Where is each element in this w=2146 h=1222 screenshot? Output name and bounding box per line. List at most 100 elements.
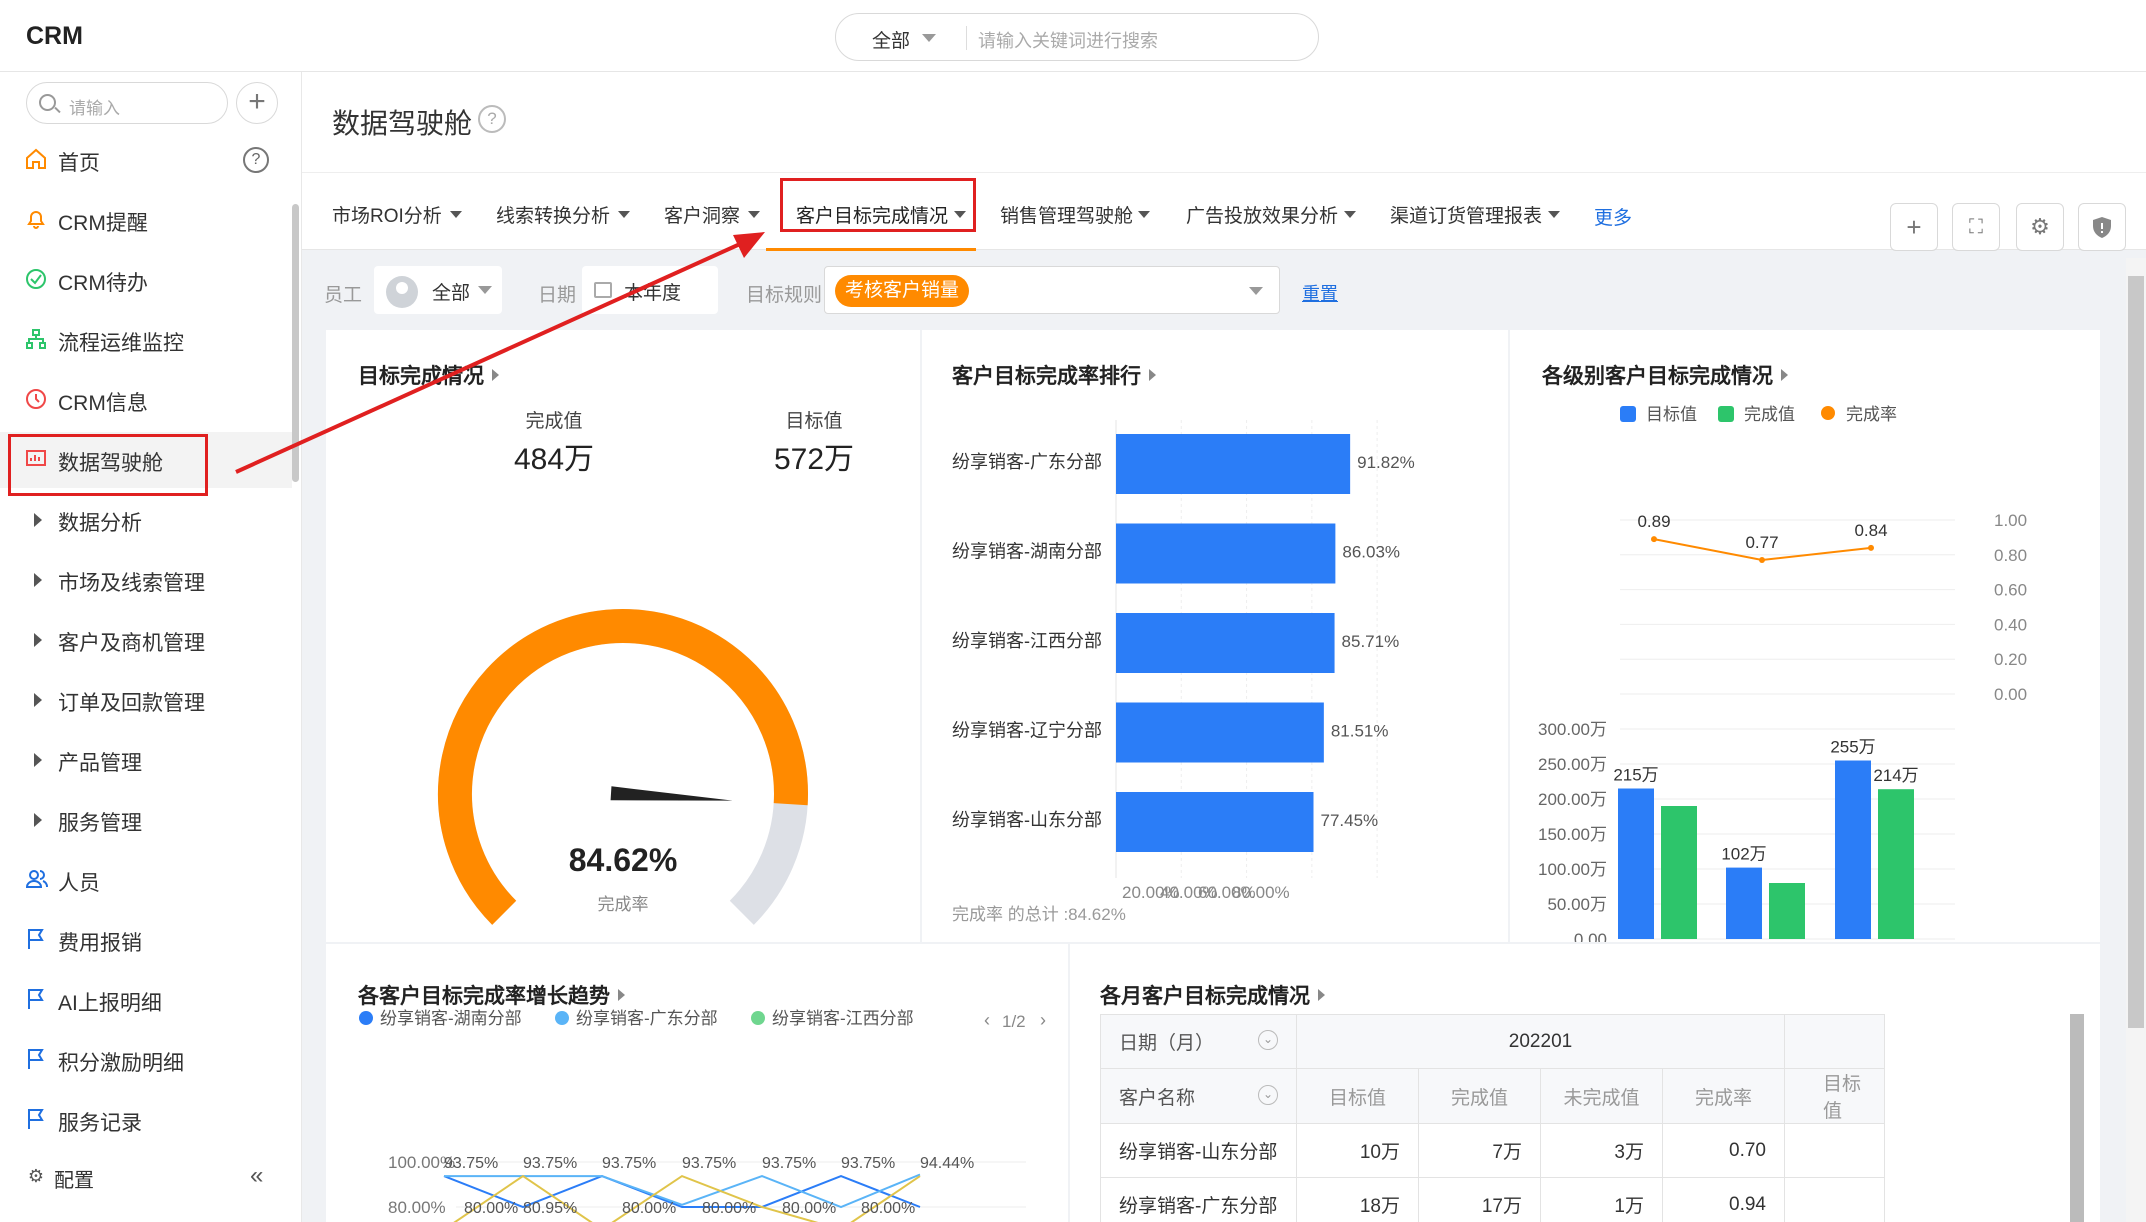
bar-value-label: 215万 — [1613, 766, 1658, 785]
caret-right-icon — [34, 693, 42, 707]
help-icon[interactable]: ? — [478, 105, 506, 133]
sidebar-item-label: 客户及商机管理 — [58, 632, 205, 655]
next-cell — [1784, 1177, 1885, 1222]
tab-label: 销售管理驾驶舱 — [1000, 206, 1134, 227]
point-label: 80.00% — [861, 1200, 915, 1217]
monthly-table: 日期（月） ⌄ 202201 客户名称 ⌄ 目标值 完成值 未完成值 完成率 目标值… — [1100, 1014, 1885, 1222]
app-logo: CRM — [26, 22, 83, 50]
sidebar-item-customers-opportunities[interactable]: 客户及商机管理 — [0, 612, 292, 668]
bar-category-label: 纷享销客-广东分部 — [952, 452, 1102, 472]
bar — [1116, 792, 1314, 852]
sidebar-item-products[interactable]: 产品管理 — [0, 732, 292, 788]
sidebar-item-data-analysis[interactable]: 数据分析 — [0, 492, 292, 548]
avatar — [386, 276, 418, 308]
bar — [1878, 789, 1914, 939]
reset-link[interactable]: 重置 — [1302, 280, 1338, 306]
sidebar-item-crm-todo[interactable]: CRM待办 — [0, 252, 292, 308]
clock-icon — [25, 388, 47, 412]
next-cell — [1784, 1123, 1885, 1178]
completion-trend-card: 各客户目标完成率增长趋势 纷享销客-湖南分部 纷享销客-广东分部 纷享销客-江西分部… — [326, 944, 1068, 1222]
sort-icon[interactable]: ⌄ — [1258, 1030, 1278, 1050]
page-scroll-thumb[interactable] — [2128, 276, 2144, 1028]
chevron-down-icon — [1344, 211, 1356, 218]
sidebar-item-crm-reminder[interactable]: CRM提醒 — [0, 192, 292, 248]
sidebar-item-service-records[interactable]: 服务记录 — [0, 1092, 292, 1148]
trend-line-chart: 纷享销客-湖南分部纷享销客-广东分部纷享销客-江西分部60.00%80.00%1… — [359, 1009, 1026, 1222]
sidebar-search-input[interactable]: 请输入 — [26, 82, 228, 124]
bar — [1661, 806, 1697, 939]
rule-tag[interactable]: 考核客户销量 — [835, 275, 970, 307]
gauge-needle — [610, 786, 733, 801]
sidebar-item-crm-info[interactable]: CRM信息 — [0, 372, 292, 428]
legend-label: 目标值 — [1646, 405, 1697, 424]
employee-select[interactable]: 全部 — [374, 266, 502, 314]
target-cell: 10万 — [1296, 1123, 1419, 1178]
sidebar-item-ai-report[interactable]: AI上报明细 — [0, 972, 292, 1028]
legend-swatch — [359, 1011, 373, 1025]
settings-gear-icon[interactable]: ⚙ — [2016, 203, 2064, 251]
sidebar-item-label: CRM信息 — [58, 392, 148, 415]
more-tabs-link[interactable]: 更多 — [1594, 203, 1632, 230]
caret-right-icon[interactable] — [1318, 989, 1325, 1001]
chevron-down-icon — [922, 34, 936, 42]
sidebar-item-label: 市场及线索管理 — [58, 572, 205, 595]
y-tick-label: 100.00万 — [1538, 860, 1607, 879]
legend-label: 纷享销客-广东分部 — [576, 1009, 718, 1028]
rate-label: 0.84 — [1854, 521, 1887, 540]
y2-tick-label: 0.20 — [1994, 650, 2027, 669]
table-row[interactable]: 纷享销客-广东分部 18万 17万 1万 0.94 — [1100, 1177, 1885, 1222]
bar-category-label: 纷享销客-辽宁分部 — [952, 721, 1102, 741]
point-label: 80.95% — [523, 1200, 577, 1217]
sidebar-item-process-monitor[interactable]: 流程运维监控 — [0, 312, 292, 368]
sidebar-item-staff[interactable]: 人员 — [0, 852, 292, 908]
fullscreen-icon[interactable]: ⛶ — [1952, 203, 2000, 251]
sidebar-item-label: 服务记录 — [58, 1112, 142, 1135]
legend-prev-icon[interactable]: ‹ — [984, 1010, 990, 1031]
legend-label: 完成率 — [1846, 405, 1897, 424]
bar-value-label: 81.51% — [1331, 722, 1389, 741]
sidebar-item-services[interactable]: 服务管理 — [0, 792, 292, 848]
flag-icon — [25, 928, 47, 952]
sidebar-item-label: 产品管理 — [58, 752, 142, 775]
shield-icon[interactable] — [2078, 203, 2126, 251]
search-input[interactable]: 请输入关键词进行搜索 — [978, 27, 1158, 53]
sidebar-item-expense[interactable]: 费用报销 — [0, 912, 292, 968]
customer-column-header[interactable]: 客户名称 ⌄ — [1100, 1068, 1297, 1124]
tab-label: 市场ROI分析 — [332, 206, 442, 227]
date-picker[interactable]: 本年度 — [582, 266, 718, 314]
sidebar-item-label: CRM提醒 — [58, 212, 148, 235]
add-icon[interactable]: + — [236, 82, 278, 124]
sidebar-item-points[interactable]: 积分激励明细 — [0, 1032, 292, 1088]
employee-label: 员工 — [324, 285, 363, 306]
org-chart-icon — [25, 328, 47, 352]
collapse-sidebar-icon[interactable]: « — [250, 1162, 263, 1190]
sidebar-item-label: 服务管理 — [58, 812, 142, 835]
calendar-icon — [594, 282, 612, 298]
sidebar-item-market-leads[interactable]: 市场及线索管理 — [0, 552, 292, 608]
rate-value: 84.62% — [568, 842, 678, 878]
point-label: 80.00% — [464, 1200, 518, 1217]
add-icon[interactable]: + — [1890, 203, 1938, 251]
rate-point — [1759, 557, 1765, 564]
annotation-box-sidebar — [8, 434, 208, 496]
legend-next-icon[interactable]: › — [1040, 1010, 1046, 1031]
goal-rule-select[interactable]: 考核客户销量 — [824, 266, 1280, 314]
table-scrollbar[interactable] — [2070, 1014, 2084, 1222]
header-text: 日期（月） — [1119, 1033, 1215, 1054]
global-search[interactable]: 全部 请输入关键词进行搜索 — [835, 13, 1319, 61]
sort-icon[interactable]: ⌄ — [1258, 1084, 1278, 1105]
sidebar-config[interactable]: ⚙ 配置 « — [0, 1152, 292, 1202]
search-scope-select[interactable]: 全部 — [872, 26, 910, 53]
page-scrollbar[interactable] — [2126, 258, 2146, 1222]
column-header: 完成值 — [1418, 1068, 1541, 1124]
rate-label: 0.77 — [1745, 533, 1778, 552]
sidebar-scrollbar[interactable] — [292, 204, 299, 482]
sidebar-item-home[interactable]: 首页 ? — [0, 132, 292, 188]
help-icon[interactable]: ? — [243, 147, 269, 173]
point-label: 93.75% — [841, 1155, 895, 1172]
date-column-header[interactable]: 日期（月） ⌄ — [1100, 1014, 1297, 1069]
sidebar-item-orders-payments[interactable]: 订单及回款管理 — [0, 672, 292, 728]
gear-icon: ⚙ — [27, 1166, 45, 1186]
top-bar: CRM 全部 请输入关键词进行搜索 — [0, 0, 2146, 72]
table-row[interactable]: 纷享销客-山东分部 10万 7万 3万 0.70 — [1100, 1123, 1885, 1178]
